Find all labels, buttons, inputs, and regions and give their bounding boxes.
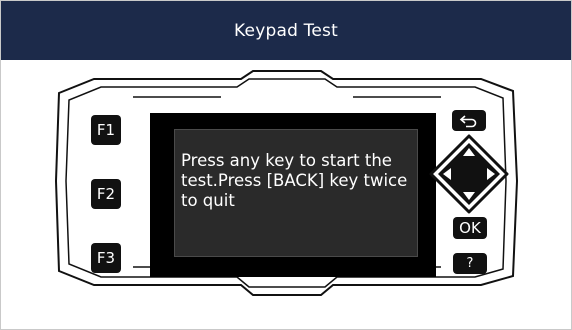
dpad[interactable] xyxy=(429,134,509,214)
back-key[interactable] xyxy=(452,110,486,131)
help-key[interactable]: ? xyxy=(453,253,487,274)
f2-key[interactable]: F2 xyxy=(91,179,121,209)
f1-key[interactable]: F1 xyxy=(91,115,121,145)
keypad-test-window: Keypad Test Press any key to start the t… xyxy=(0,0,572,330)
ok-key[interactable]: OK xyxy=(453,217,487,239)
screen-message: Press any key to start the test.Press [B… xyxy=(181,151,408,210)
back-arrow-icon xyxy=(459,114,477,127)
f3-key[interactable]: F3 xyxy=(91,243,121,273)
